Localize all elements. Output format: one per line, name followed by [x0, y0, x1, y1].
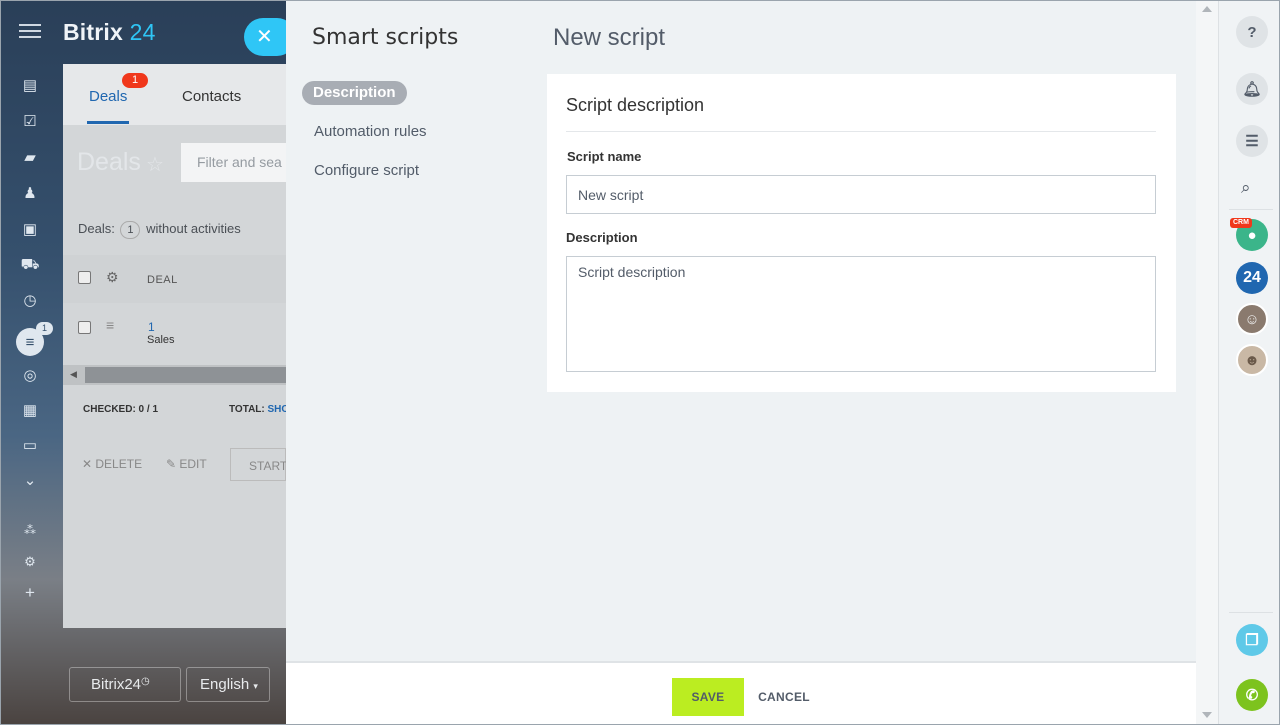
start-button[interactable]: START [230, 448, 287, 481]
scroll-thumb[interactable] [85, 367, 286, 383]
grid-horizontal-scrollbar[interactable]: ◀ [63, 365, 286, 385]
slider-footer: SAVE CANCEL [286, 661, 1196, 725]
deal-link[interactable]: 1 [148, 320, 155, 334]
scroll-left-arrow-icon[interactable]: ◀ [70, 369, 77, 380]
sites-icon[interactable]: ▭ [20, 435, 40, 455]
user-avatar-1[interactable]: ☺ [1236, 303, 1268, 335]
row-menu-icon[interactable]: ≡ [106, 317, 114, 333]
right-bar: ? 🔔︎ ☰ ⌕ ● CRM 24 ☺ ☻ ❐ ✆ [1218, 0, 1280, 725]
scroll-down-arrow-icon[interactable] [1202, 712, 1212, 718]
card-divider [566, 131, 1156, 132]
scroll-up-arrow-icon[interactable] [1202, 6, 1212, 12]
tab-deals-underline [87, 121, 129, 124]
crm-tabs: Deals 1 Contacts [63, 64, 286, 125]
messenger-button[interactable]: ☰ [1236, 125, 1268, 157]
grid-header: ⚙ DEAL [63, 255, 286, 303]
feed-icon[interactable]: ▤ [20, 75, 40, 95]
deal-stage: Sales [147, 334, 175, 346]
target-icon[interactable]: ◎ [20, 365, 40, 385]
notifications-button[interactable]: 🔔︎ [1236, 73, 1268, 105]
menu-burger-icon[interactable] [19, 24, 41, 42]
group-avatar-icon: ☻ [1244, 351, 1260, 369]
search-icon[interactable]: ⌕ [1241, 178, 1251, 198]
tasks-icon[interactable]: ☑ [20, 111, 40, 131]
deals-counter: Deals: 1 without activities [78, 221, 241, 239]
bitrix24-chat-avatar[interactable]: 24 [1236, 262, 1268, 294]
save-button[interactable]: SAVE [672, 678, 744, 716]
page-heading: New script [553, 24, 666, 51]
total-count: TOTAL: SHO [229, 404, 290, 415]
smart-scripts-slider: Smart scripts Description Automation rul… [286, 0, 1218, 725]
right-bar-divider-bottom [1229, 612, 1273, 613]
edit-button[interactable]: ✎ EDIT [166, 457, 207, 471]
right-bar-divider [1229, 209, 1273, 210]
tab-deals[interactable]: Deals [89, 88, 127, 105]
favorite-star-icon[interactable]: ☆ [146, 152, 164, 177]
phone-call-button[interactable]: ✆ [1236, 679, 1268, 711]
bell-icon: 🔔︎ [1242, 81, 1262, 98]
crm-badge: CRM [1230, 218, 1252, 228]
person-avatar-icon: ☺ [1244, 310, 1260, 328]
cancel-button[interactable]: CANCEL [757, 678, 811, 716]
delete-button[interactable]: ✕ DELETE [82, 457, 142, 471]
left-menu: ▤ ☑ ▰ ♟ ▣ ⛟ ◷ ≡ 1 ◎ ▦ ▭ ⌄ ⁂ ⚙ + [0, 0, 62, 725]
add-plus-icon[interactable]: + [20, 583, 40, 603]
description-textarea[interactable] [566, 256, 1156, 372]
chat-icon[interactable]: ▰ [20, 147, 40, 167]
slider-vertical-scrollbar[interactable] [1196, 0, 1218, 725]
shop-cart-icon[interactable]: ⛟ [20, 255, 40, 275]
apps-grid-icon[interactable]: ▦ [20, 400, 40, 420]
table-row[interactable]: ≡ 1 Sales [63, 303, 286, 365]
copy-screen-icon: ❐ [1245, 632, 1259, 649]
screen-share-button[interactable]: ❐ [1236, 624, 1268, 656]
left-menu-badge: 1 [36, 322, 53, 335]
bitrix24-logo[interactable]: Bitrix 24 [63, 19, 156, 46]
script-name-label: Script name [567, 149, 642, 164]
close-icon: ✕ [256, 26, 273, 48]
deals-badge: 1 [122, 73, 148, 88]
column-header-deal[interactable]: DEAL [147, 274, 178, 286]
nav-description[interactable]: Description [302, 81, 407, 105]
help-button[interactable]: ? [1236, 16, 1268, 48]
user-icon: ● [1247, 226, 1257, 244]
checked-count: CHECKED: 0 / 1 [83, 404, 159, 415]
employees-icon[interactable]: ♟ [20, 183, 40, 203]
clock-icon[interactable]: ◷ [20, 290, 40, 310]
contact-center-icon[interactable]: ▣ [20, 219, 40, 239]
description-label: Description [566, 230, 638, 245]
grid-settings-gear-icon[interactable]: ⚙ [106, 269, 119, 286]
tab-contacts[interactable]: Contacts [182, 88, 241, 105]
b24-label: 24 [1243, 269, 1261, 286]
row-checkbox[interactable] [78, 321, 91, 334]
language-selector[interactable]: English ▾ [186, 667, 270, 702]
phone-icon: ✆ [1245, 687, 1259, 704]
select-all-checkbox[interactable] [78, 271, 91, 284]
user-avatar-2[interactable]: ☻ [1236, 344, 1268, 376]
nav-automation-rules[interactable]: Automation rules [314, 123, 427, 140]
script-description-card: Script description Script name Descripti… [547, 74, 1176, 392]
script-name-input[interactable] [566, 175, 1156, 214]
slider-title: Smart scripts [312, 25, 459, 50]
card-title: Script description [566, 95, 705, 115]
help-question-icon: ? [1247, 23, 1257, 41]
deals-page-title: Deals [77, 148, 141, 176]
nav-configure-script[interactable]: Configure script [314, 162, 419, 179]
bitrix24-footer-brand[interactable]: Bitrix24◷ [69, 667, 181, 702]
filter-search-input[interactable]: Filter and sea [181, 143, 286, 182]
structure-icon[interactable]: ⁂ [20, 520, 40, 540]
more-chevron-icon[interactable]: ⌄ [20, 470, 40, 490]
settings-gear-icon[interactable]: ⚙ [20, 552, 40, 572]
chat-bubble-icon: ☰ [1245, 133, 1259, 150]
